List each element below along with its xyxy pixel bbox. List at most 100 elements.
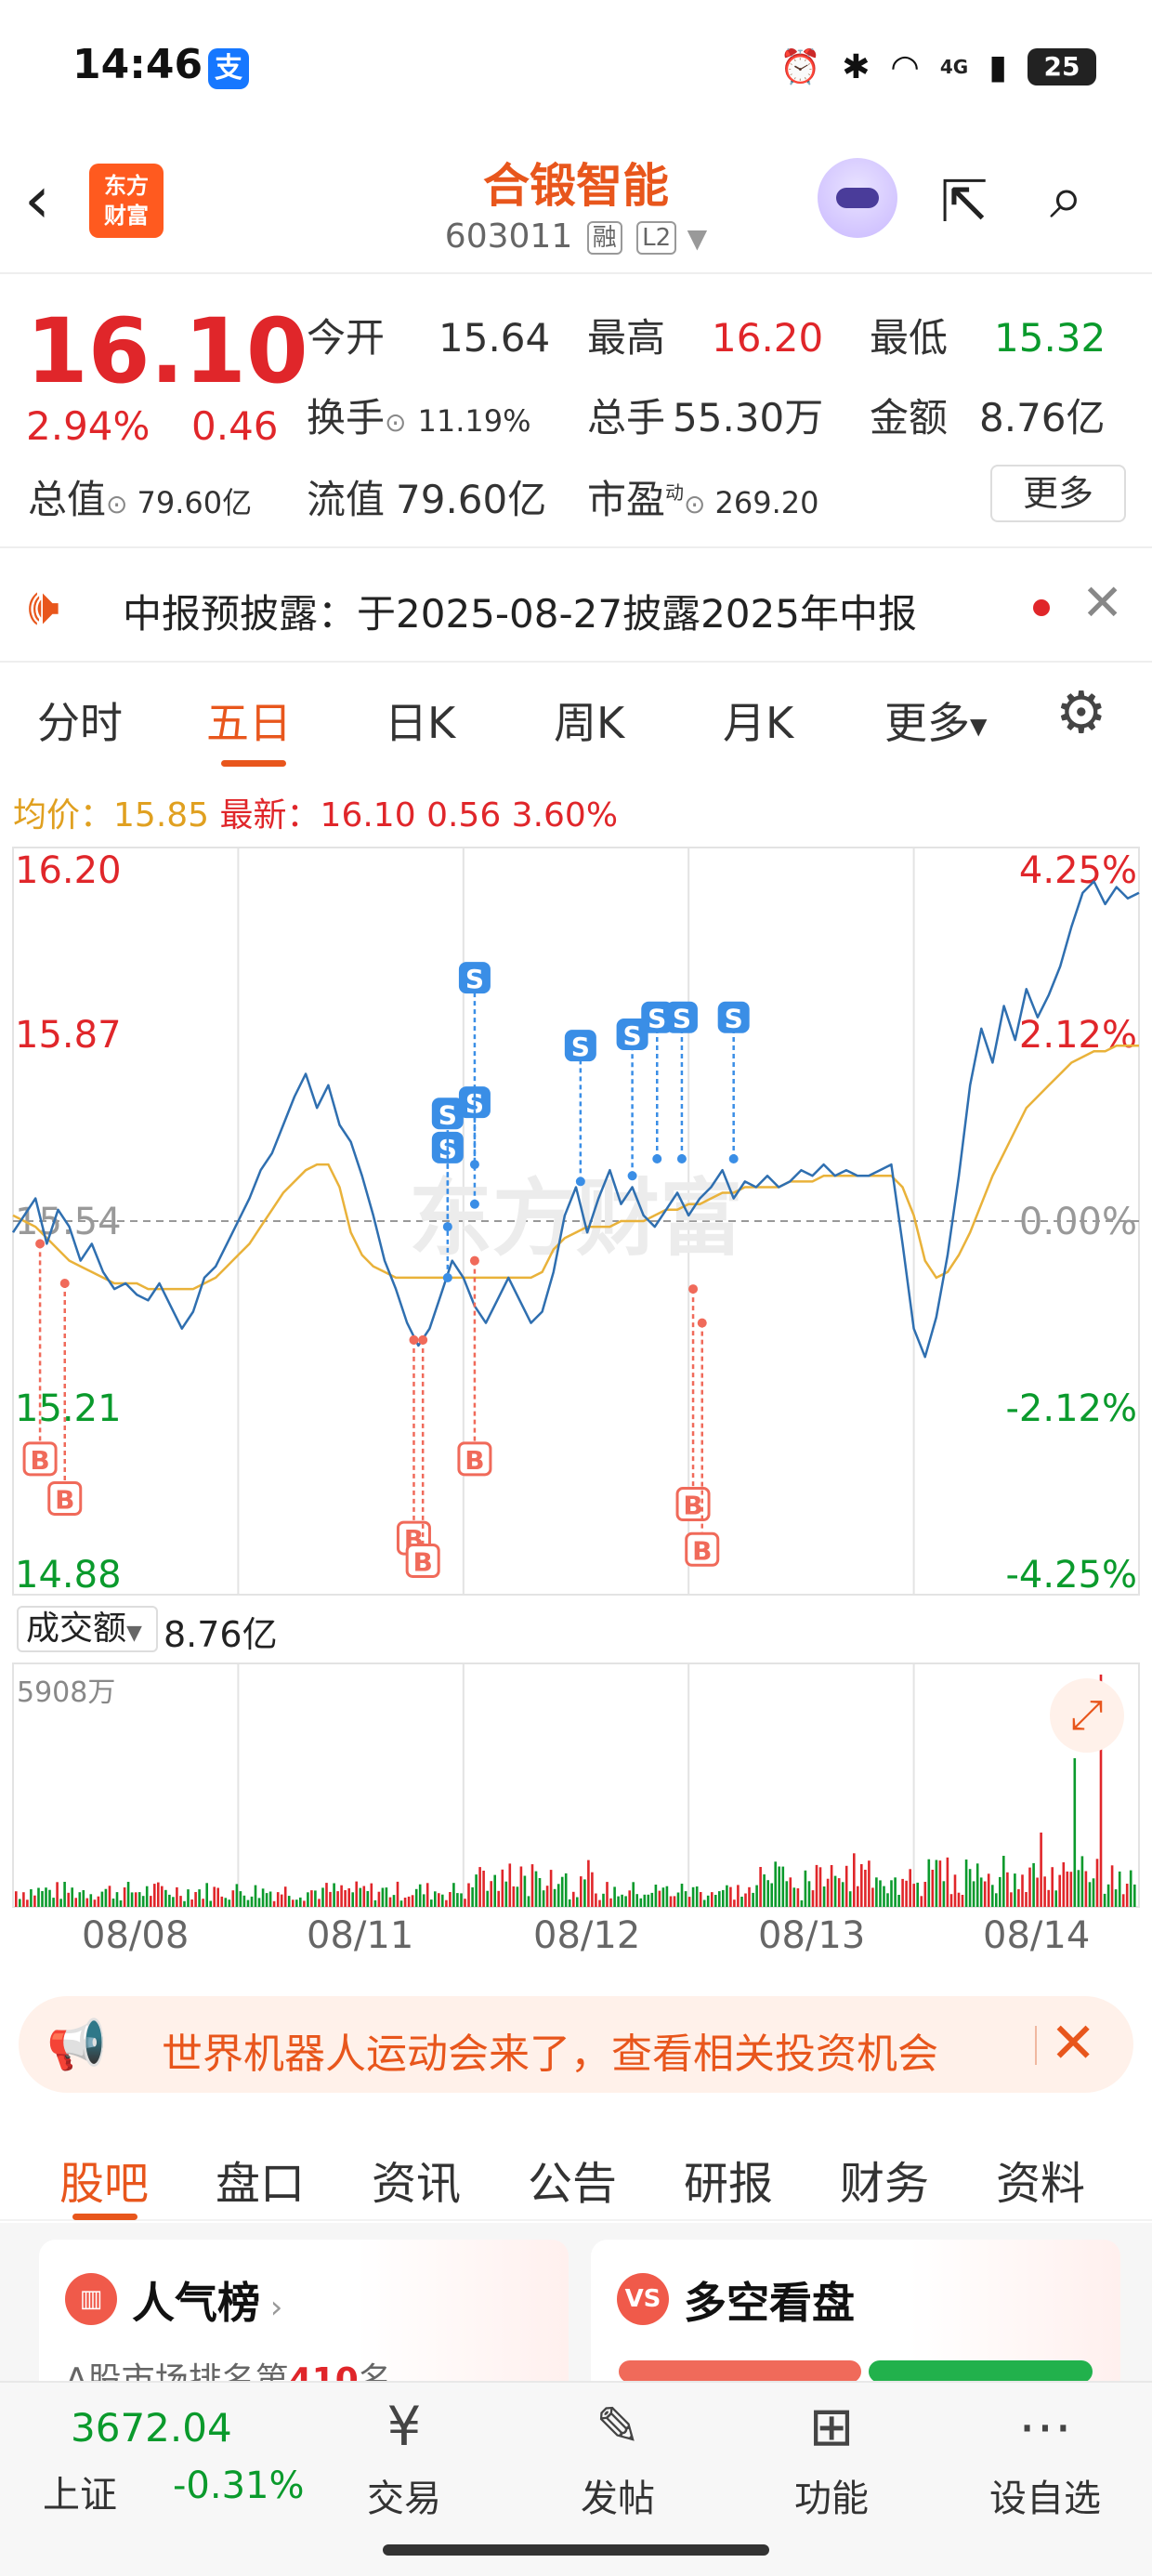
volume-bar [695,1886,699,1907]
volume-bar [680,1884,684,1907]
volume-bar [781,1866,785,1907]
five-day-chart[interactable]: 东方财富16.2015.8715.5415.2114.884.25%2.12%0… [0,836,1152,1914]
volume-bar [100,1891,104,1907]
tab-finance[interactable]: 财务 [840,2147,929,2212]
tab-profile[interactable]: 资料 [996,2147,1085,2212]
volume-bar [534,1871,538,1907]
marker-dot [59,1279,70,1288]
volume-bar [85,1898,89,1907]
tab-monthly-k[interactable]: 月K [723,690,793,751]
alarm-icon: ⏰ [779,48,822,86]
nav-watchlist[interactable]: ⋯ 设自选 [966,2392,1124,2522]
volume-bar [164,1889,167,1907]
volume-bar [912,1884,915,1907]
tab-orderbook[interactable]: 盘口 [216,2147,305,2212]
tab-weekly-k[interactable]: 周K [554,690,624,751]
share-icon[interactable]: ⇱ [940,167,988,235]
status-time: 14:46 [72,41,203,88]
volume-bar [564,1873,568,1907]
volume-bar [321,1887,324,1907]
turnover-field[interactable]: 换手⊙ 11.19% [307,387,531,443]
app-logo[interactable]: 东方 财富 [89,164,164,238]
pe-field[interactable]: 市盈动⊙ 269.20 [587,468,818,525]
volume-bar [830,1865,833,1907]
stock-code-row[interactable]: 603011 融 L2 ▼ [390,217,762,256]
content-tabs: 股吧 盘口 资讯 公告 研报 财务 资料 [0,2128,1152,2221]
volume-bar [792,1887,796,1907]
close-icon[interactable]: ✕ [1081,573,1123,632]
status-bar: 14:46 支 ⏰ ✱ ◠ 4G ▮ 25 [0,0,1152,130]
volume-bar [744,1893,747,1907]
wifi-icon: ◠ [890,47,920,86]
popularity-card[interactable]: ▥ 人气榜 › A股市场排名第410名 [39,2240,569,2381]
volume-bar [868,1860,871,1907]
volume-bar [635,1894,638,1907]
mktcap-field[interactable]: 总值⊙ 79.60亿 [28,468,252,525]
tab-five-day[interactable]: 五日 [206,690,292,751]
nav-post[interactable]: ✎ 发帖 [539,2392,697,2522]
volume-bar [97,1896,100,1907]
bull-bear-title: 多空看盘 [684,2278,855,2328]
volume-bar [883,1886,885,1907]
tab-daily-k[interactable]: 日K [385,690,455,751]
tab-research[interactable]: 研报 [684,2147,773,2212]
notice-bar[interactable]: 🕪 中报预披露：于2025-08-27披露2025年中报 ✕ [0,553,1152,663]
quote-panel: 16.10 2.94% 0.46 今开 15.64 最高 16.20 最低 15.32… [0,279,1152,548]
latest-pct: 3.60% [511,796,619,835]
tab-intraday[interactable]: 分时 [37,690,123,751]
level2-tag: L2 [636,221,677,255]
volume-bar [194,1892,197,1907]
nav-trade-label: 交易 [367,2477,441,2520]
search-icon[interactable]: ⌕ [1050,164,1083,232]
tab-guba[interactable]: 股吧 [59,2147,149,2212]
volume-selector[interactable]: 成交额▼ [17,1606,158,1652]
nav-trade[interactable]: ¥ 交易 [325,2392,483,2522]
rank-prefix: A股市场排名第 [65,2361,289,2381]
volume-bar [1106,1884,1110,1907]
volume-bar [650,1892,654,1907]
volume-bar [576,1897,579,1907]
gear-icon[interactable]: ⚙ [1055,678,1107,746]
volume-bar [250,1896,254,1907]
nav-functions[interactable]: ⊞ 功能 [753,2392,910,2522]
volume-max-label: 5908万 [17,1676,116,1709]
volume-bar [292,1899,295,1907]
more-button[interactable]: 更多 [990,465,1126,522]
volume-bar [314,1890,317,1907]
ai-robot-icon[interactable] [818,158,897,238]
volume-bar [807,1881,811,1907]
volume-bar [722,1889,725,1907]
close-icon[interactable]: ✕ [1050,2011,1096,2076]
tab-announcements[interactable]: 公告 [528,2147,617,2212]
nav-functions-label: 功能 [794,2477,869,2520]
battery-icon: 25 [1028,48,1096,85]
volume-bar [137,1892,141,1907]
more-dots-icon: ⋯ [1018,2395,1072,2458]
open-field: 今开 15.64 [307,307,550,363]
back-icon[interactable]: ‹ [24,167,50,232]
latest-value: 16.10 [320,796,416,835]
expand-icon[interactable]: ⤢ [1050,1678,1124,1753]
yen-cycle-icon: ¥ [386,2395,422,2458]
volume-bar [254,1885,257,1907]
volume-bar [613,1886,616,1907]
volume-bar [22,1892,25,1907]
bull-bear-card[interactable]: VS 多空看盘 [591,2240,1120,2381]
volume-bar [1010,1892,1013,1907]
tab-news[interactable]: 资讯 [372,2147,461,2212]
volume-bar [71,1887,73,1907]
volume-bar [318,1899,321,1907]
volume-bar [512,1886,516,1907]
stock-header: ‹ 东方 财富 合锻智能 603011 融 L2 ▼ ⇱ ⌕ [0,139,1152,274]
tab-more[interactable]: 更多▼ [884,690,987,751]
promo-banner[interactable]: 📢 世界机器人运动会来了，查看相关投资机会 ✕ [19,1996,1133,2093]
volume-bar [280,1894,283,1907]
volume-field: 总手 55.30万 [587,387,823,443]
volume-bar [864,1870,867,1907]
volume-bar [702,1899,706,1907]
volume-bar [52,1898,55,1907]
volume-bar [995,1893,998,1907]
marker-dot [35,1239,46,1249]
volume-bar [78,1892,82,1907]
volume-bar [336,1891,339,1907]
